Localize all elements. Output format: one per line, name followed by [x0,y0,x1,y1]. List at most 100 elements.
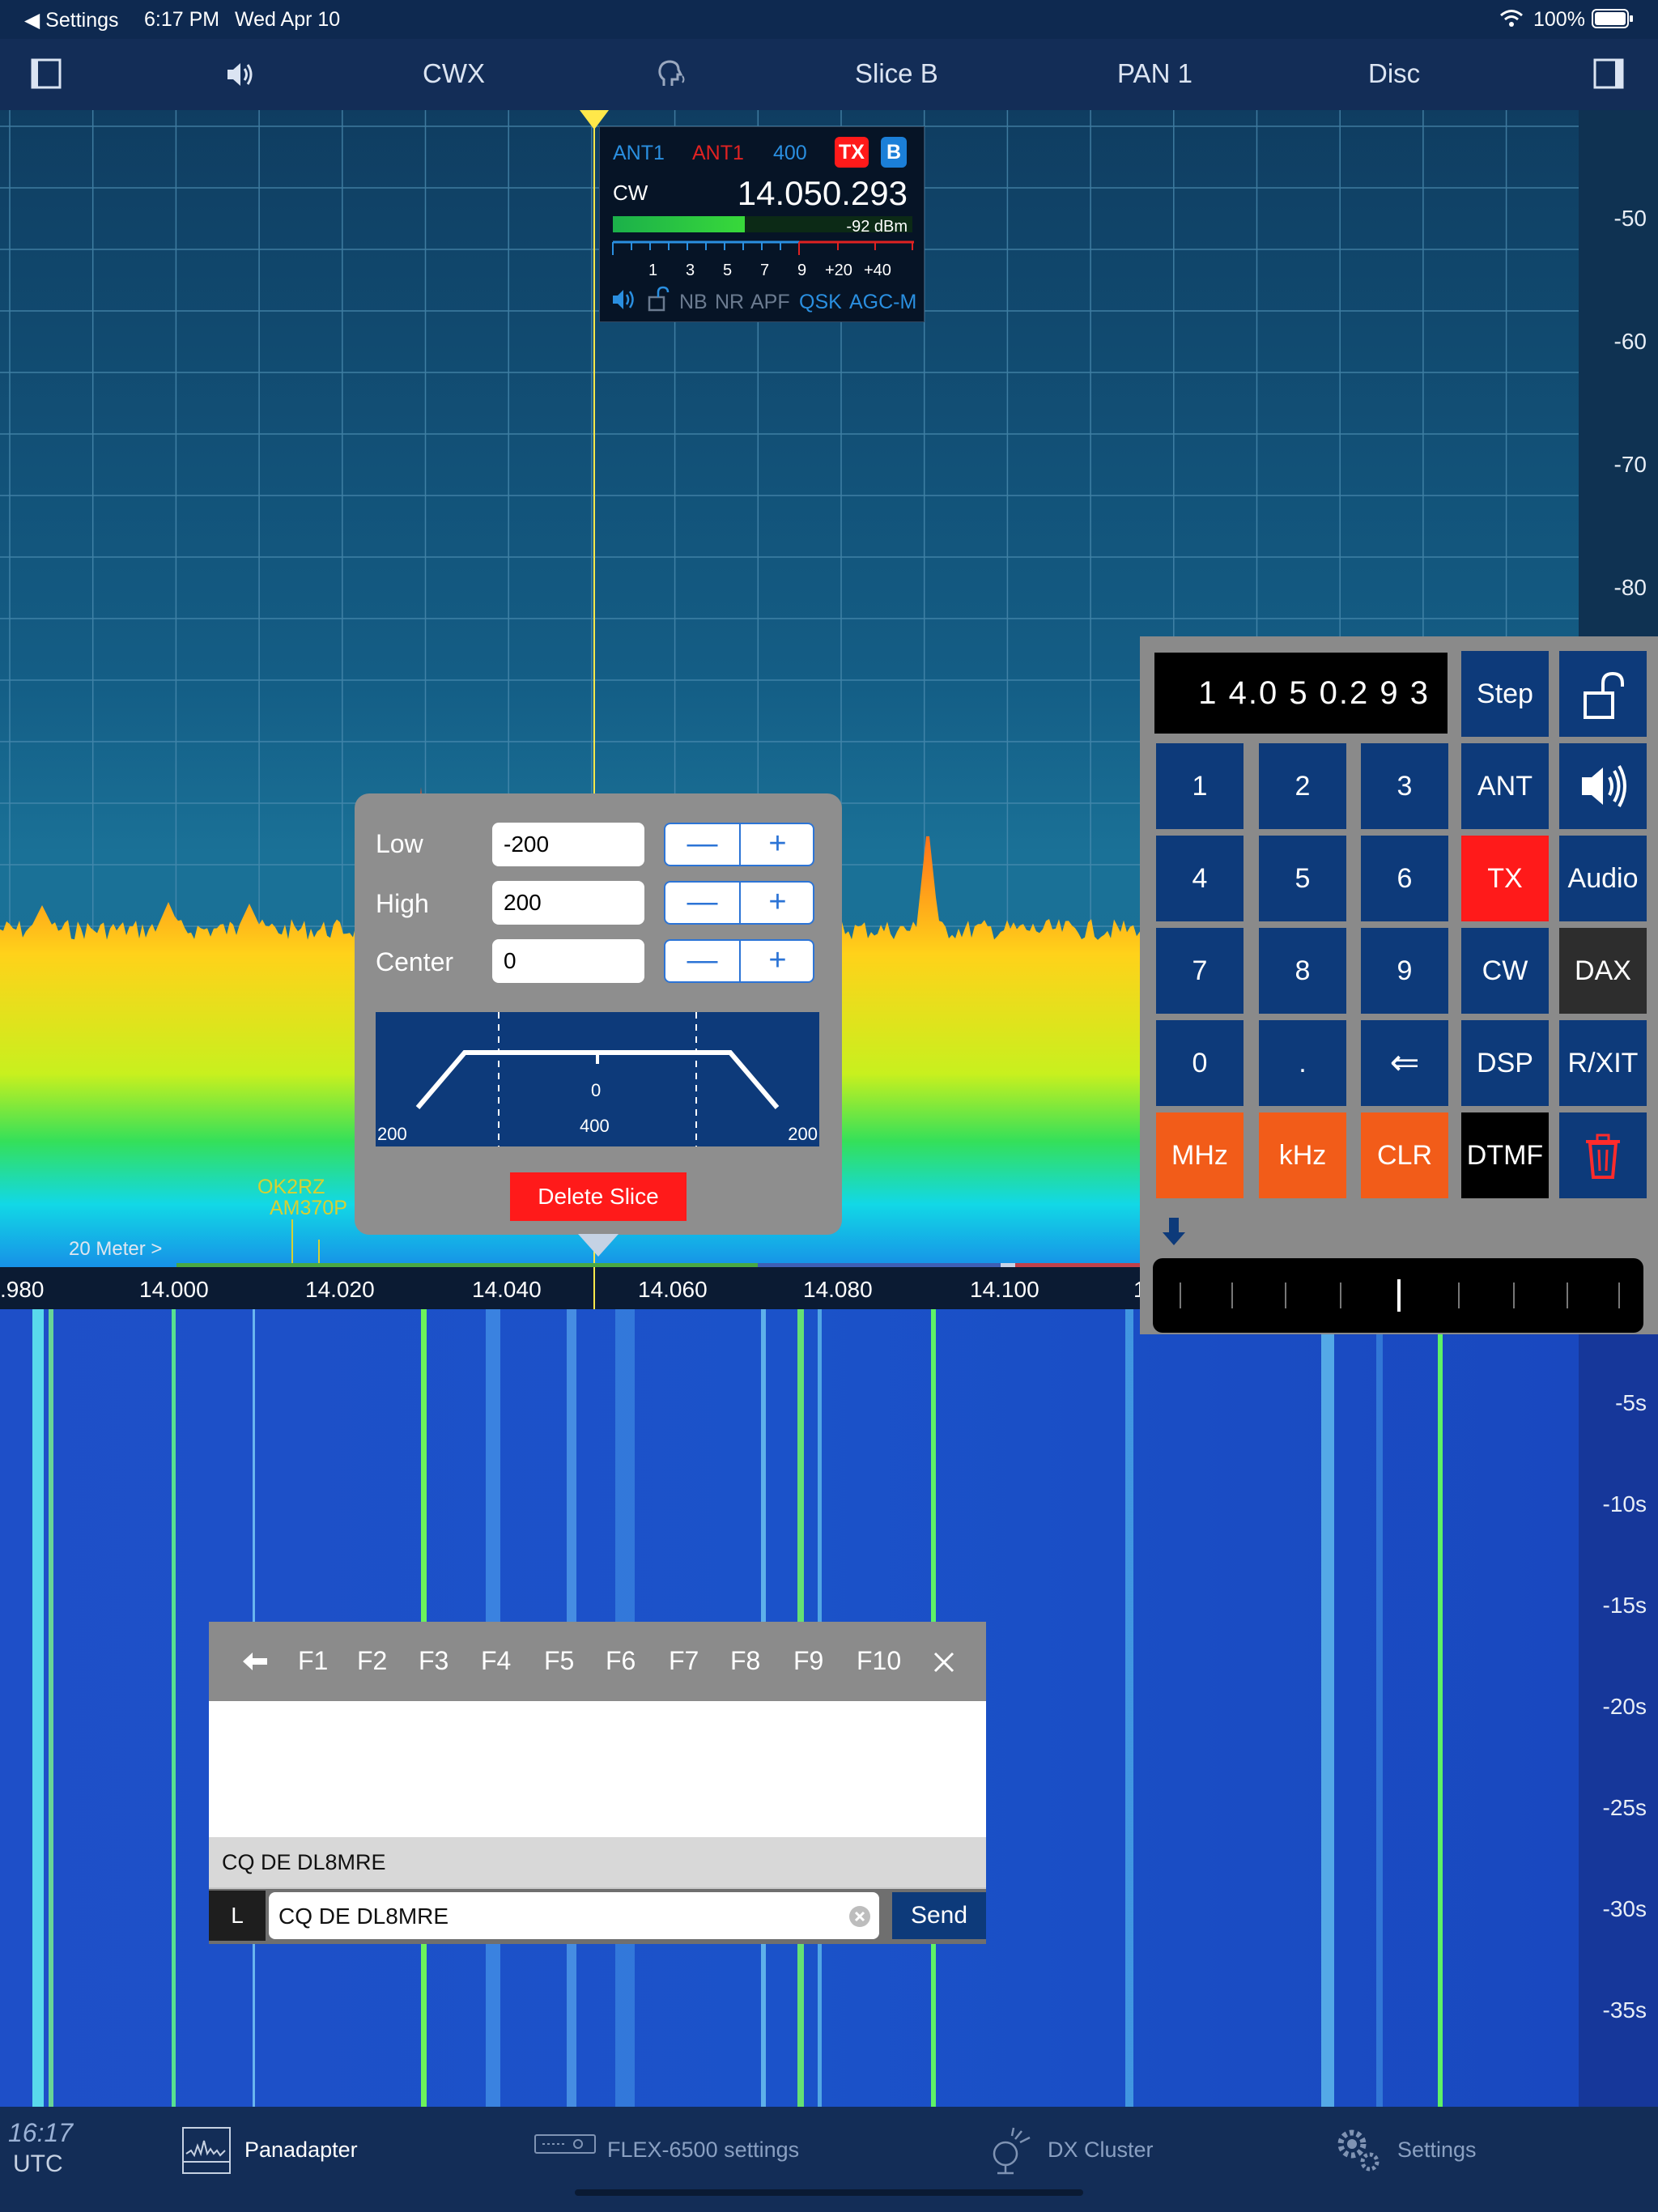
mode-cwx-button[interactable]: CWX [423,58,485,89]
right-panel-toggle-icon[interactable] [1593,58,1626,91]
key-5[interactable]: 5 [1259,836,1346,921]
backspace-button[interactable]: ⇐ [1361,1020,1448,1106]
low-cut-stepper[interactable]: — + [664,823,814,866]
f1-key[interactable]: F1 [298,1646,328,1676]
left-panel-toggle-icon[interactable] [31,58,63,91]
tx-button[interactable]: TX [1461,836,1549,921]
cw-text-input[interactable]: CQ DE DL8MRE [269,1892,879,1939]
speaker-icon[interactable] [225,60,257,89]
key-0[interactable]: 0 [1156,1020,1244,1106]
key-8[interactable]: 8 [1259,928,1346,1014]
disconnect-button[interactable]: Disc [1368,58,1420,89]
dx-cluster-icon[interactable] [988,2125,1036,2175]
high-cut-stepper[interactable]: — + [664,881,814,925]
slice-flag[interactable]: ANT1 ANT1 400 TX B CW 14.050.293 -92 dBm… [599,126,925,322]
back-arrow-icon[interactable] [241,1651,269,1672]
status-time: 6:17 PM [144,8,220,31]
dsp-apf-toggle[interactable]: APF [750,291,790,314]
spot-ok2rz[interactable]: OK2RZ [257,1176,325,1199]
f6-key[interactable]: F6 [606,1646,636,1676]
minus-button[interactable]: — [665,883,741,923]
panadapter-tab-icon[interactable] [181,2126,232,2175]
minus-button[interactable]: — [665,941,741,981]
key-9[interactable]: 9 [1361,928,1448,1014]
f3-key[interactable]: F3 [419,1646,449,1676]
band-label[interactable]: 20 Meter > [69,1238,162,1261]
pan-1-button[interactable]: PAN 1 [1117,58,1192,89]
filter-shape-diagram[interactable]: 0 400 200 200 [376,1012,819,1146]
delete-slice-button[interactable]: Delete Slice [510,1172,687,1221]
settings-gear-icon[interactable] [1333,2123,1383,2173]
clear-input-icon[interactable] [848,1905,871,1928]
key-4[interactable]: 4 [1156,836,1244,921]
cw-mode-button[interactable]: CW [1461,928,1549,1014]
mhz-button[interactable]: MHz [1156,1112,1244,1198]
volume-button[interactable] [1559,743,1647,829]
collapse-arrow-icon[interactable] [1161,1216,1187,1247]
rit-xit-button[interactable]: R/XIT [1559,1020,1647,1106]
frequency-axis[interactable]: .980 14.000 14.020 14.040 14.060 14.080 … [0,1267,1146,1309]
key-7[interactable]: 7 [1156,928,1244,1014]
f5-key[interactable]: F5 [544,1646,574,1676]
radio-settings-tab[interactable]: FLEX-6500 settings [607,2138,799,2163]
dx-cluster-tab[interactable]: DX Cluster [1048,2138,1154,2163]
key-6[interactable]: 6 [1361,836,1448,921]
back-to-settings[interactable]: ◀ Settings [24,8,119,32]
low-cut-field[interactable]: -200 [492,823,644,866]
tuning-knob-strip[interactable] [1153,1258,1643,1333]
f4-key[interactable]: F4 [481,1646,511,1676]
diagram-high-label: 200 [788,1124,818,1144]
rx-antenna[interactable]: ANT1 [613,142,665,165]
dbm-label: -80 [1613,575,1647,600]
delete-button[interactable] [1559,1112,1647,1198]
slice-audio-icon[interactable] [611,287,639,312]
dax-button[interactable]: DAX [1559,928,1647,1014]
f10-key[interactable]: F10 [857,1646,901,1676]
slice-frequency[interactable]: 14.050.293 [738,174,908,213]
high-label: High [376,889,429,918]
radio-icon[interactable] [534,2134,596,2154]
key-2[interactable]: 2 [1259,743,1346,829]
tx-antenna[interactable]: ANT1 [692,142,744,165]
close-icon[interactable] [933,1651,955,1674]
panadapter-tab[interactable]: Panadapter [244,2138,358,2163]
spot-am370p[interactable]: AM370P [270,1197,347,1220]
high-cut-field[interactable]: 200 [492,881,644,925]
qsk-toggle[interactable]: QSK [799,291,842,314]
key-decimal[interactable]: . [1259,1020,1346,1106]
lock-button[interactable] [1559,651,1647,737]
agc-mode[interactable]: AGC-M [849,291,916,314]
live-mode-toggle[interactable]: L [209,1891,266,1941]
f7-key[interactable]: F7 [669,1646,699,1676]
slice-b-button[interactable]: Slice B [855,58,938,89]
clear-button[interactable]: CLR [1361,1112,1448,1198]
dsp-button[interactable]: DSP [1461,1020,1549,1106]
settings-tab[interactable]: Settings [1397,2138,1477,2163]
unlocked-icon[interactable] [647,286,670,312]
ant-button[interactable]: ANT [1461,743,1549,829]
f2-key[interactable]: F2 [357,1646,387,1676]
voice-operator-icon[interactable] [656,58,688,91]
key-1[interactable]: 1 [1156,743,1244,829]
f8-key[interactable]: F8 [730,1646,760,1676]
khz-button[interactable]: kHz [1259,1112,1346,1198]
f9-key[interactable]: F9 [793,1646,823,1676]
filter-width[interactable]: 400 [773,142,807,165]
tx-badge[interactable]: TX [835,137,869,168]
minus-button[interactable]: — [665,824,741,865]
plus-button[interactable]: + [741,941,814,981]
slice-mode[interactable]: CW [613,181,648,206]
center-stepper[interactable]: — + [664,939,814,983]
center-field[interactable]: 0 [492,939,644,983]
dtmf-button[interactable]: DTMF [1461,1112,1549,1198]
dsp-nr-toggle[interactable]: NR [715,291,744,314]
audio-button[interactable]: Audio [1559,836,1647,921]
keypad-frequency-display: 1 4.0 5 0.2 9 3 [1154,653,1448,734]
plus-button[interactable]: + [741,883,814,923]
plus-button[interactable]: + [741,824,814,865]
send-button[interactable]: Send [892,1892,986,1939]
dsp-nb-toggle[interactable]: NB [679,291,708,314]
key-3[interactable]: 3 [1361,743,1448,829]
waterfall-time-scale[interactable]: -5s -10s -15s -20s -25s -30s -35s [1579,1309,1658,2107]
step-button[interactable]: Step [1461,651,1549,737]
